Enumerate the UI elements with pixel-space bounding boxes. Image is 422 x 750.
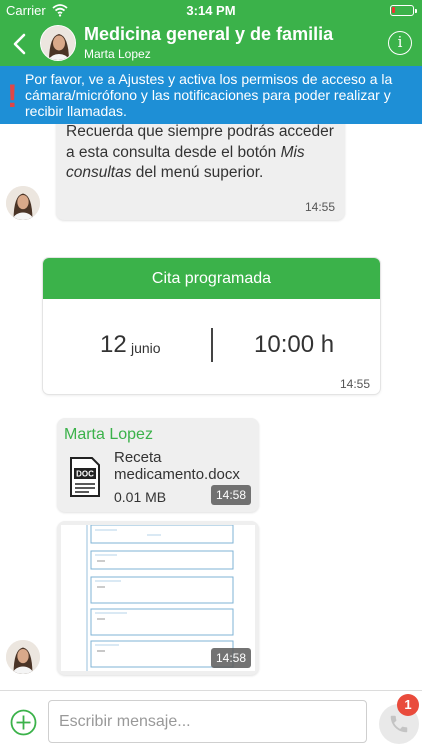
clock: 3:14 PM <box>186 3 236 18</box>
message-text: Recuerda que siempre podrás acceder a es… <box>66 124 334 181</box>
document-icon: DOC <box>70 457 100 497</box>
appointment-hour: 10:00 h <box>254 331 335 358</box>
doctor-avatar[interactable] <box>40 25 76 61</box>
chat-header: Medicina general y de familia Marta Lope… <box>0 22 422 66</box>
message-timestamp: 14:55 <box>304 200 335 214</box>
divider <box>211 328 213 362</box>
message-composer: 1 <box>0 690 422 750</box>
sender-avatar <box>6 640 40 674</box>
message-bubble: Recuerda que siempre podrás acceder a es… <box>56 124 345 220</box>
file-message[interactable]: Marta Lopez DOC Receta medicamento.docx … <box>57 418 259 512</box>
info-icon[interactable]: i <box>388 31 412 55</box>
sender-name: Marta Lopez <box>64 426 153 443</box>
message-timestamp: 14:55 <box>339 377 370 391</box>
appointment-title: Cita programada <box>43 258 380 299</box>
message-timestamp: 14:58 <box>210 485 251 505</box>
battery-icon <box>390 5 417 16</box>
appointment-month: junio <box>131 340 161 356</box>
add-attachment-icon[interactable] <box>10 709 37 736</box>
notification-badge: 1 <box>397 694 419 716</box>
appointment-card[interactable]: Cita programada 12 junio 10:00 h 14:55 <box>43 258 380 394</box>
image-message[interactable]: 14:58 <box>57 521 259 675</box>
message-timestamp: 14:58 <box>210 648 251 668</box>
doc-icon-label: DOC <box>76 470 94 479</box>
doctor-name: Marta Lopez <box>84 47 151 61</box>
phone-icon <box>390 715 408 733</box>
chat-messages[interactable]: Recuerda que siempre podrás acceder a es… <box>0 124 422 690</box>
file-size: 0.01 MB <box>114 489 167 505</box>
sender-avatar <box>6 186 40 220</box>
banner-text: Por favor, ve a Ajustes y activa los per… <box>25 71 393 119</box>
warning-icon: ! <box>7 78 18 114</box>
message-input[interactable] <box>48 700 367 743</box>
back-chevron-icon[interactable] <box>10 31 30 57</box>
appointment-day: 12 <box>100 331 127 358</box>
chat-title: Medicina general y de familia <box>84 24 334 44</box>
permissions-banner[interactable]: ! Por favor, ve a Ajustes y activa los p… <box>0 66 422 124</box>
file-name: Receta medicamento.docx <box>114 449 240 483</box>
status-bar: Carrier 3:14 PM <box>0 0 422 22</box>
